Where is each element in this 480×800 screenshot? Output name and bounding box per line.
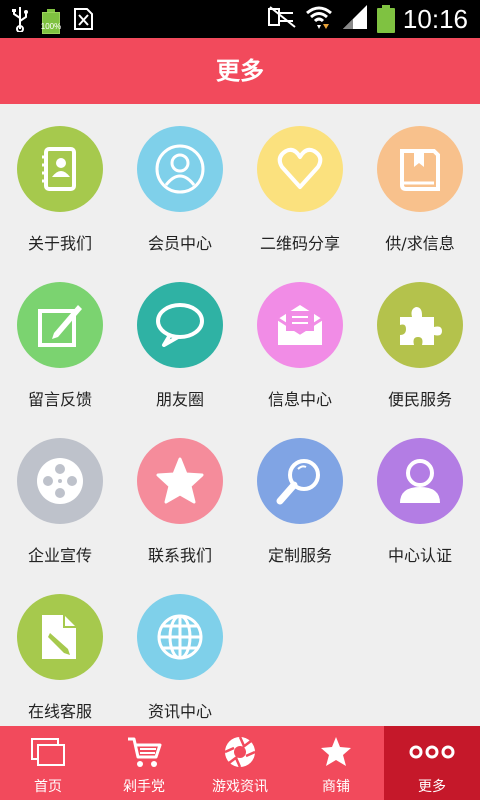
grid-item-certification[interactable]: 中心认证 [360,416,480,572]
grid-item-label: 企业宣传 [27,546,92,565]
puzzle-icon [377,282,463,368]
grid-item-news-center[interactable]: 资讯中心 [120,572,240,728]
grid-item-moments[interactable]: 朋友圈 [120,260,240,416]
tab-shops-label: 商铺 [322,779,350,795]
member-person-icon [137,126,223,212]
status-bar: 100% 10:16 [0,0,480,38]
grid-item-qr-share[interactable]: 二维码分享 [240,104,360,260]
page-title: 更多 [216,57,264,85]
film-reel-icon [17,438,103,524]
tab-more-label: 更多 [418,779,446,795]
grid-item-online-service[interactable]: 在线客服 [0,572,120,728]
signal-icon [341,4,369,34]
grid-item-promotion[interactable]: 企业宣传 [0,416,120,572]
grid-item-supply-demand[interactable]: 供/求信息 [360,104,480,260]
tab-home[interactable]: 首页 [0,726,96,800]
grid-item-label: 二维码分享 [259,234,340,253]
contact-book-icon [17,126,103,212]
grid-item-label: 中心认证 [387,546,452,565]
bottom-nav: 首页 剁手党 游戏资讯 商铺 更多 [0,726,480,800]
status-right: 10:16 [267,4,468,34]
tab-game-news-label: 游戏资讯 [212,779,268,795]
star-icon [137,438,223,524]
grid-item-label: 资讯中心 [147,702,212,721]
grid-item-label: 供/求信息 [385,234,455,253]
globe-icon [137,594,223,680]
aperture-icon [222,734,258,770]
edit-note-icon [17,282,103,368]
grid-item-about-us[interactable]: 关于我们 [0,104,120,260]
tab-shops[interactable]: 商铺 [288,726,384,800]
no-sim-icon [72,6,94,36]
battery-small-icon: 100% [40,8,62,34]
tab-game-news[interactable]: 游戏资讯 [192,726,288,800]
title-bar: 更多 [0,38,480,104]
grid-item-label: 联系我们 [147,546,212,565]
mail-icon [257,282,343,368]
grid-item-label: 留言反馈 [27,390,92,409]
grid-item-label: 信息中心 [267,390,332,409]
magnifier-icon [257,438,343,524]
cart-icon [126,734,162,770]
battery-small-percent: 100% [40,22,62,31]
clock: 10:16 [402,4,468,34]
status-left: 100% [10,6,94,36]
user-avatar-icon [377,438,463,524]
grid-item-contact-us[interactable]: 联系我们 [120,416,240,572]
more-dots-icon [408,734,456,770]
grid-item-label: 在线客服 [27,702,92,721]
wifi-icon [305,4,333,34]
tab-shopping[interactable]: 剁手党 [96,726,192,800]
heart-icon [257,126,343,212]
tab-more[interactable]: 更多 [384,726,480,800]
grid-item-label: 会员中心 [147,234,212,253]
more-grid: 关于我们 会员中心 二维码分享 供/求信息 留言反馈 朋友圈 信息中心 便民服务… [0,104,480,726]
grid-item-label: 朋友圈 [155,390,204,409]
tab-shopping-label: 剁手党 [123,779,165,795]
grid-item-member-center[interactable]: 会员中心 [120,104,240,260]
book-icon [377,126,463,212]
battery-icon [376,5,395,33]
star-shop-icon [318,734,354,770]
usb-icon [10,6,30,36]
grid-item-label: 便民服务 [387,390,452,409]
grid-item-custom-service[interactable]: 定制服务 [240,416,360,572]
speech-bubble-icon [137,282,223,368]
mute-icon [267,5,297,33]
grid-item-info-center[interactable]: 信息中心 [240,260,360,416]
pages-icon [30,734,66,770]
grid-item-label: 定制服务 [267,546,332,565]
grid-item-feedback[interactable]: 留言反馈 [0,260,120,416]
grid-item-convenience[interactable]: 便民服务 [360,260,480,416]
tab-home-label: 首页 [34,779,62,795]
grid-item-label: 关于我们 [27,234,92,253]
document-pen-icon [17,594,103,680]
